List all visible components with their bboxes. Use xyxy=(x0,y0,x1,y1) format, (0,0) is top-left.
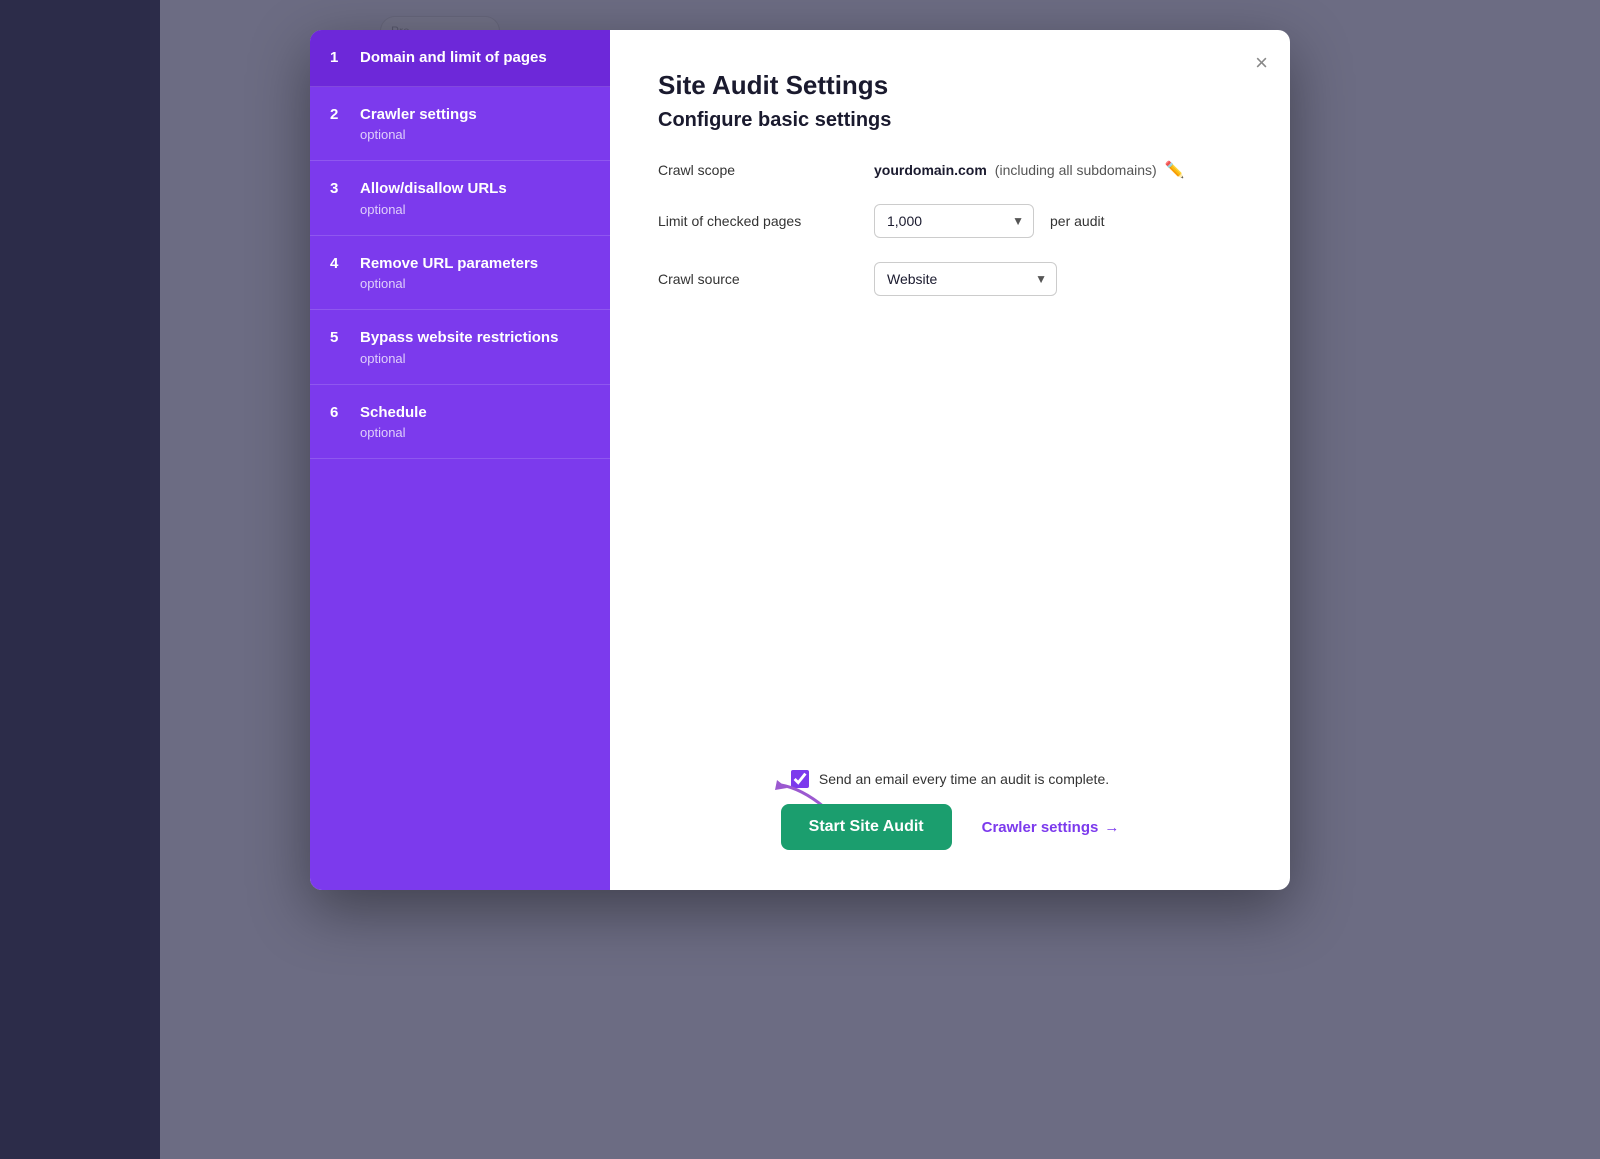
edit-icon[interactable]: ✏️ xyxy=(1165,160,1185,180)
crawl-scope-label: Crawl scope xyxy=(658,162,858,178)
sidebar-item-crawler[interactable]: 2 Crawler settings optional xyxy=(310,87,610,162)
crawl-source-select-wrapper: Website Sitemap Website and Sitemap ▼ xyxy=(874,262,1057,296)
crawl-source-select[interactable]: Website Sitemap Website and Sitemap xyxy=(874,262,1057,296)
sidebar-item-bypass[interactable]: 5 Bypass website restrictions optional xyxy=(310,310,610,385)
sidebar-item-6-number: 6 xyxy=(330,403,346,421)
crawl-scope-domain: yourdomain.com xyxy=(874,162,987,178)
sidebar-item-remove-url[interactable]: 4 Remove URL parameters optional xyxy=(310,236,610,311)
limit-pages-row: Limit of checked pages 100 500 1,000 5,0… xyxy=(658,204,1242,238)
modal-title: Site Audit Settings xyxy=(658,70,1242,101)
sidebar-item-3-content: Allow/disallow URLs optional xyxy=(360,179,507,217)
email-checkbox-label: Send an email every time an audit is com… xyxy=(819,771,1109,787)
sidebar-item-4-number: 4 xyxy=(330,254,346,272)
sidebar-item-2-subtitle: optional xyxy=(360,127,477,142)
sidebar-item-6-content: Schedule optional xyxy=(360,403,427,441)
start-audit-button[interactable]: Start Site Audit xyxy=(781,804,952,850)
sidebar-item-5-number: 5 xyxy=(330,328,346,346)
sidebar-item-domain[interactable]: 1 Domain and limit of pages xyxy=(310,30,610,87)
crawl-scope-value: yourdomain.com (including all subdomains… xyxy=(874,160,1185,180)
limit-pages-select[interactable]: 100 500 1,000 5,000 10,000 50,000 100,00… xyxy=(874,204,1034,238)
footer: Send an email every time an audit is com… xyxy=(658,730,1242,850)
sidebar-item-1-number: 1 xyxy=(330,48,346,66)
sidebar-item-5-content: Bypass website restrictions optional xyxy=(360,328,558,366)
sidebar-item-2-number: 2 xyxy=(330,105,346,123)
email-checkbox-row: Send an email every time an audit is com… xyxy=(791,770,1109,788)
main-content: × Site Audit Settings Configure basic se… xyxy=(610,30,1290,890)
sidebar-item-2-title: Crawler settings xyxy=(360,105,477,125)
close-button[interactable]: × xyxy=(1251,48,1272,78)
modal-overlay: 1 Domain and limit of pages 2 Crawler se… xyxy=(0,0,1600,1159)
sidebar-item-5-title: Bypass website restrictions xyxy=(360,328,558,348)
crawl-source-label: Crawl source xyxy=(658,271,858,287)
section-title: Configure basic settings xyxy=(658,109,1242,132)
crawl-source-row: Crawl source Website Sitemap Website and… xyxy=(658,262,1242,296)
limit-pages-select-wrapper: 100 500 1,000 5,000 10,000 50,000 100,00… xyxy=(874,204,1034,238)
sidebar-item-6-title: Schedule xyxy=(360,403,427,423)
crawler-settings-link-text: Crawler settings xyxy=(982,819,1099,836)
sidebar-item-3-title: Allow/disallow URLs xyxy=(360,179,507,199)
crawler-settings-link[interactable]: Crawler settings → xyxy=(982,819,1120,836)
sidebar-item-3-subtitle: optional xyxy=(360,202,507,217)
sidebar-item-3-number: 3 xyxy=(330,179,346,197)
sidebar-item-6-subtitle: optional xyxy=(360,425,427,440)
sidebar-item-5-subtitle: optional xyxy=(360,351,558,366)
sidebar: 1 Domain and limit of pages 2 Crawler se… xyxy=(310,30,610,890)
sidebar-item-schedule[interactable]: 6 Schedule optional xyxy=(310,385,610,460)
footer-actions: Start Site Audit Crawler settings → xyxy=(781,804,1120,850)
limit-pages-label: Limit of checked pages xyxy=(658,213,858,229)
email-checkbox[interactable] xyxy=(791,770,809,788)
sidebar-item-4-content: Remove URL parameters optional xyxy=(360,254,538,292)
modal: 1 Domain and limit of pages 2 Crawler se… xyxy=(310,30,1290,890)
sidebar-item-4-subtitle: optional xyxy=(360,276,538,291)
sidebar-item-1-content: Domain and limit of pages xyxy=(360,48,547,68)
crawler-settings-arrow-icon: → xyxy=(1104,819,1119,836)
per-audit-text: per audit xyxy=(1050,213,1104,229)
sidebar-item-2-content: Crawler settings optional xyxy=(360,105,477,143)
crawl-scope-desc: (including all subdomains) xyxy=(995,162,1157,178)
sidebar-item-1-title: Domain and limit of pages xyxy=(360,48,547,68)
sidebar-item-allow-disallow[interactable]: 3 Allow/disallow URLs optional xyxy=(310,161,610,236)
sidebar-item-4-title: Remove URL parameters xyxy=(360,254,538,274)
crawl-scope-row: Crawl scope yourdomain.com (including al… xyxy=(658,160,1242,180)
